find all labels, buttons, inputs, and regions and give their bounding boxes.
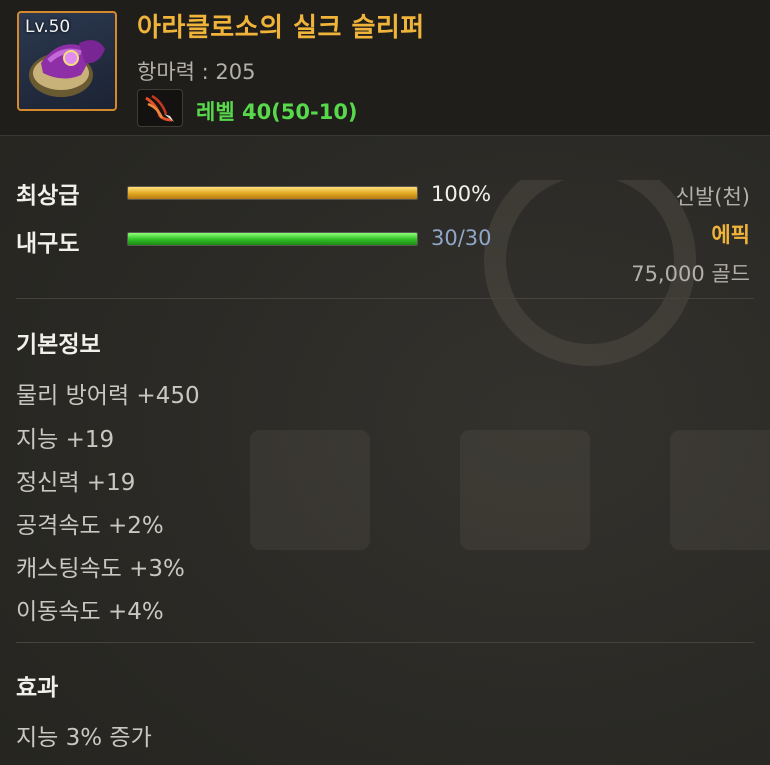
- stat-line: 지능 +19: [16, 427, 115, 453]
- item-type: 신발(천): [675, 185, 750, 209]
- item-price: 75,000 골드: [631, 262, 750, 286]
- stat-line: 정신력 +19: [16, 470, 136, 496]
- stat-line: 물리 방어력 +450: [16, 383, 200, 409]
- durability-label: 내구도: [16, 231, 80, 257]
- stat-line: 이동속도 +4%: [16, 599, 164, 625]
- background-emblem-decoration: [250, 180, 770, 550]
- item-rarity: 에픽: [711, 223, 750, 247]
- effect-line: 지능 3% 증가: [16, 725, 152, 751]
- grade-value: 100%: [431, 182, 492, 206]
- phoenix-feather-icon: [145, 94, 174, 122]
- durability-bar: [127, 232, 418, 246]
- item-level-badge: Lv.50: [25, 17, 71, 37]
- divider-bottom: [16, 642, 754, 643]
- item-name: 아라클로소의 실크 슬리퍼: [137, 13, 425, 43]
- required-level-text: 레벨 40(50-10): [196, 100, 358, 124]
- grade-label: 최상급: [16, 183, 80, 209]
- durability-bar-fill: [128, 233, 417, 245]
- item-magic-resist: 항마력 : 205: [137, 60, 256, 84]
- grade-bar: [127, 186, 418, 200]
- effect-title: 효과: [16, 675, 59, 701]
- grade-bar-fill: [128, 187, 417, 199]
- divider-top: [16, 298, 754, 299]
- stat-line: 공격속도 +2%: [16, 513, 164, 539]
- basic-info-title: 기본정보: [16, 332, 101, 358]
- stat-line: 캐스팅속도 +3%: [16, 556, 185, 582]
- tooltip-header: Lv.50 아라클로소의 실크 슬리퍼 항마력 : 205 레벨 40(50-1…: [0, 0, 770, 136]
- durability-value: 30/30: [431, 226, 492, 250]
- item-slot[interactable]: Lv.50: [17, 11, 117, 111]
- item-tooltip: Lv.50 아라클로소의 실크 슬리퍼 항마력 : 205 레벨 40(50-1…: [0, 0, 770, 765]
- required-level-icon-box: [137, 89, 183, 127]
